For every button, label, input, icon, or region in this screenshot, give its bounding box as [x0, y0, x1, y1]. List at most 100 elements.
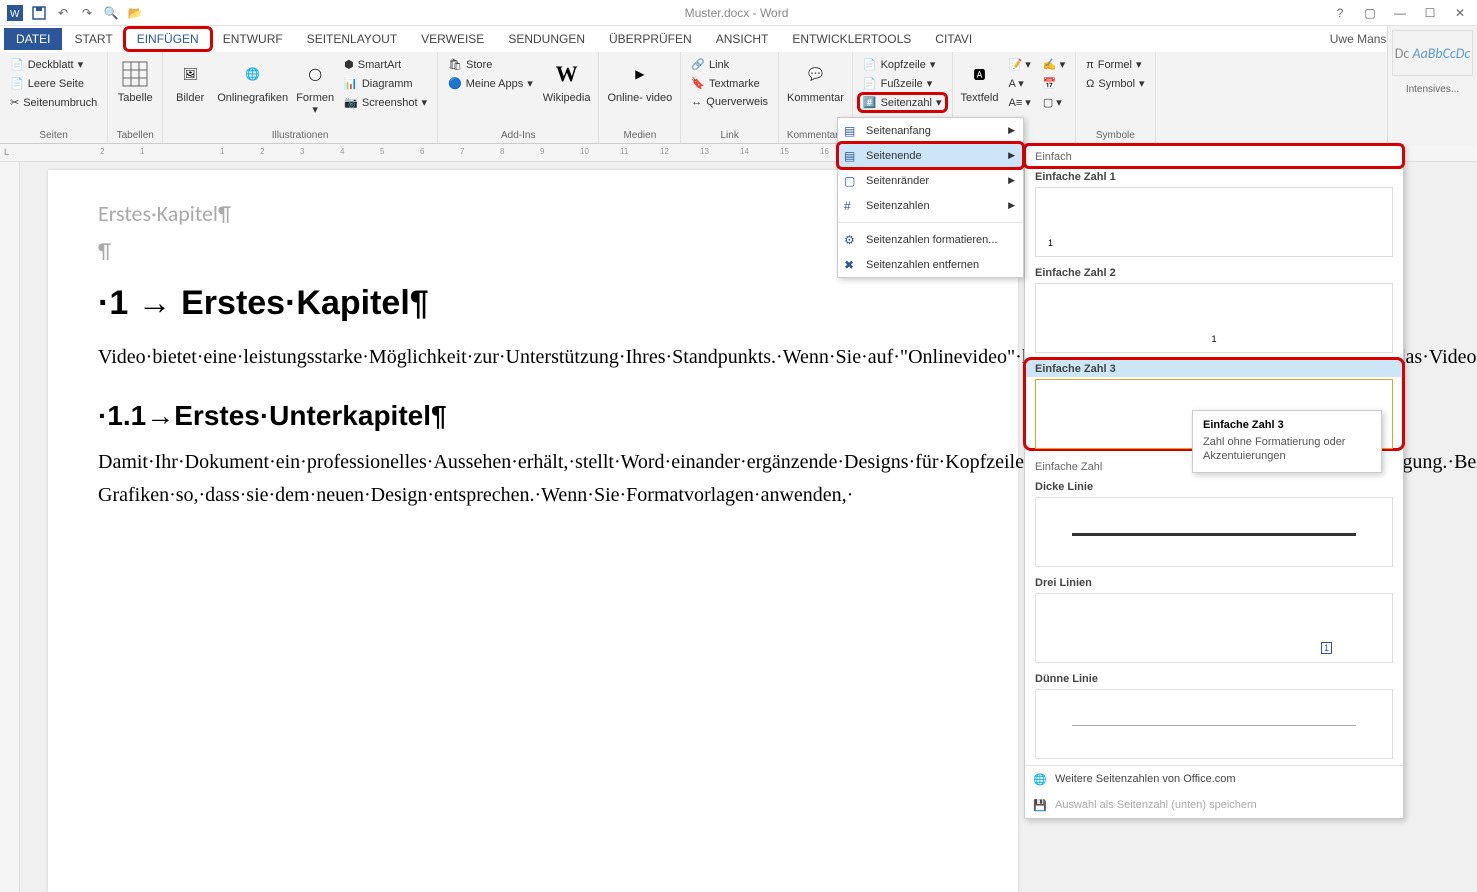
tooltip-body: Zahl ohne Formatierung oder Akzentuierun… [1203, 435, 1371, 464]
querverweis-button[interactable]: ↔ Querverweis [687, 94, 772, 110]
diagramm-button[interactable]: 📊 Diagramm [340, 75, 431, 92]
close-icon[interactable]: ✕ [1449, 6, 1471, 20]
group-illustrationen: 🖼Bilder 🌐Onlinegrafiken ◯Formen▾ ⬢ Smart… [163, 52, 438, 143]
gallery-opt-duenne-linie[interactable]: Dünne Linie [1025, 669, 1403, 759]
onlinegrafiken-button[interactable]: 🌐Onlinegrafiken [215, 56, 290, 106]
group-tabellen: Tabelle Tabellen [108, 52, 163, 143]
window-title: Muster.docx - Word [144, 6, 1329, 20]
text-tool-6[interactable]: ▢ ▾ [1039, 94, 1069, 111]
window-controls: ? ▢ — ☐ ✕ [1329, 6, 1471, 20]
store-button[interactable]: 🛍 Store [444, 56, 537, 73]
group-label-addins: Add-Ins [501, 128, 535, 141]
open-folder-icon[interactable]: 📂 [126, 4, 144, 22]
group-label-kommentare: Kommentare [787, 128, 844, 141]
group-label-symbole: Symbole [1096, 128, 1135, 141]
group-label-illustrationen: Illustrationen [272, 128, 329, 141]
text-tool-2[interactable]: A ▾ [1005, 75, 1035, 92]
screenshot-button[interactable]: 📷 Screenshot ▾ [340, 94, 431, 111]
menu-item-seitenanfang[interactable]: ▤Seitenanfang▶ [838, 118, 1023, 143]
textmarke-button[interactable]: 🔖 Textmarke [687, 75, 772, 92]
tooltip-einfache-zahl-3: Einfache Zahl 3 Zahl ohne Formatierung o… [1192, 410, 1382, 473]
seitenende-gallery: Einfach Einfache Zahl 1 1 Einfache Zahl … [1024, 144, 1404, 819]
seitenzahl-menu: ▤Seitenanfang▶ ▤Seitenende▶ ▢Seitenrände… [837, 117, 1024, 278]
group-link: 🔗 Link 🔖 Textmarke ↔ Querverweis Link [681, 52, 779, 143]
tab-citavi[interactable]: CITAVI [923, 28, 984, 50]
group-addins: 🛍 Store 🔵 Meine Apps ▾ WWikipedia Add-In… [438, 52, 599, 143]
print-preview-icon[interactable]: 🔍 [102, 4, 120, 22]
menu-item-seitenraender[interactable]: ▢Seitenränder▶ [838, 168, 1023, 193]
tab-datei[interactable]: DATEI [4, 28, 62, 50]
text-tool-5[interactable]: 📅 [1039, 75, 1069, 92]
group-symbole: π Formel ▾ Ω Symbol ▾ Symbole [1076, 52, 1155, 143]
tabelle-button[interactable]: Tabelle [114, 56, 156, 106]
group-label-link: Link [720, 128, 738, 141]
gallery-opt-dicke-linie[interactable]: Dicke Linie [1025, 477, 1403, 567]
gallery-opt-einfache-zahl-1[interactable]: Einfache Zahl 1 1 [1025, 167, 1403, 257]
smartart-button[interactable]: ⬢ SmartArt [340, 56, 431, 73]
group-label-tabellen: Tabellen [117, 128, 154, 141]
kommentar-button[interactable]: 💬Kommentar [785, 56, 846, 106]
help-icon[interactable]: ? [1329, 6, 1351, 20]
quick-access-toolbar: W ↶ ↷ 🔍 📂 [6, 4, 144, 22]
tab-ansicht[interactable]: ANSICHT [704, 28, 781, 50]
gallery-opt-drei-linien[interactable]: Drei Linien 1 [1025, 573, 1403, 663]
gallery-opt-einfache-zahl-2[interactable]: Einfache Zahl 2 1 [1025, 263, 1403, 353]
gallery-more-office[interactable]: 🌐Weitere Seitenzahlen von Office.com [1025, 766, 1403, 792]
leere-seite-button[interactable]: 📄 Leere Seite [6, 75, 101, 92]
document-page[interactable]: Erstes·Kapitel¶ ¶ ·1 → Erstes·Kapitel¶ V… [48, 170, 1018, 892]
undo-icon[interactable]: ↶ [54, 4, 72, 22]
svg-text:W: W [10, 9, 20, 20]
group-seiten: 📄 Deckblatt ▾ 📄 Leere Seite ✂ Seitenumbr… [0, 52, 108, 143]
formen-button[interactable]: ◯Formen▾ [294, 56, 336, 118]
style-name: Intensives... [1388, 80, 1477, 99]
tab-start[interactable]: START [62, 28, 124, 50]
tab-ueberpruefen[interactable]: ÜBERPRÜFEN [597, 28, 704, 50]
seitenumbruch-button[interactable]: ✂ Seitenumbruch [6, 94, 101, 111]
text-tool-4[interactable]: ✍ ▾ [1039, 56, 1069, 73]
bilder-button[interactable]: 🖼Bilder [169, 56, 211, 106]
link-button[interactable]: 🔗 Link [687, 56, 772, 73]
ribbon-display-icon[interactable]: ▢ [1359, 6, 1381, 20]
minimize-icon[interactable]: — [1389, 6, 1411, 20]
seitenzahl-button[interactable]: #️⃣ Seitenzahl ▾ [859, 94, 946, 111]
ribbon-tabs: DATEI START EINFÜGEN ENTWURF SEITENLAYOU… [0, 26, 1477, 52]
body-paragraph-2: Damit·Ihr·Dokument·ein·professionelles·A… [98, 446, 968, 512]
onlinevideo-button[interactable]: ▶Online- video [605, 56, 674, 106]
gallery-section-einfach: Einfach [1025, 145, 1403, 167]
wikipedia-button[interactable]: WWikipedia [541, 56, 593, 106]
tab-entwurf[interactable]: ENTWURF [211, 28, 295, 50]
vertical-ruler[interactable] [0, 162, 20, 892]
textfeld-button[interactable]: 🅰Textfeld [959, 56, 1001, 106]
formel-button[interactable]: π Formel ▾ [1082, 56, 1148, 73]
tooltip-title: Einfache Zahl 3 [1203, 419, 1371, 431]
text-tool-1[interactable]: 📝 ▾ [1005, 56, 1035, 73]
heading-2: ·1.1→Erstes·Unterkapitel¶ [98, 400, 968, 432]
maximize-icon[interactable]: ☐ [1419, 6, 1441, 20]
heading-1: ·1 → Erstes·Kapitel¶ [98, 284, 968, 323]
tab-seitenlayout[interactable]: SEITENLAYOUT [295, 28, 409, 50]
group-medien: ▶Online- video Medien [599, 52, 681, 143]
menu-item-formatieren[interactable]: ⚙Seitenzahlen formatieren... [838, 227, 1023, 252]
meine-apps-button[interactable]: 🔵 Meine Apps ▾ [444, 75, 537, 92]
menu-item-seitenzahlen[interactable]: #Seitenzahlen▶ [838, 193, 1023, 218]
fusszeile-button[interactable]: 📄 Fußzeile ▾ [859, 75, 946, 92]
word-app-icon: W [6, 4, 24, 22]
menu-item-entfernen[interactable]: ✖Seitenzahlen entfernen [838, 252, 1023, 277]
tab-verweise[interactable]: VERWEISE [409, 28, 496, 50]
style-preview-box[interactable]: Dc AaBbCcDc [1392, 30, 1473, 76]
styles-pane: Dc AaBbCcDc Intensives... [1387, 26, 1477, 146]
text-tool-3[interactable]: A≡ ▾ [1005, 94, 1035, 111]
menu-item-seitenende[interactable]: ▤Seitenende▶ [838, 143, 1023, 168]
symbol-button[interactable]: Ω Symbol ▾ [1082, 75, 1148, 92]
title-bar: W ↶ ↷ 🔍 📂 Muster.docx - Word ? ▢ — ☐ ✕ [0, 0, 1477, 26]
tab-sendungen[interactable]: SENDUNGEN [496, 28, 597, 50]
group-label-medien: Medien [623, 128, 656, 141]
redo-icon[interactable]: ↷ [78, 4, 96, 22]
tab-entwicklertools[interactable]: ENTWICKLERTOOLS [780, 28, 923, 50]
kopfzeile-button[interactable]: 📄 Kopfzeile ▾ [859, 56, 946, 73]
tab-einfuegen[interactable]: EINFÜGEN [125, 28, 211, 50]
ribbon: 📄 Deckblatt ▾ 📄 Leere Seite ✂ Seitenumbr… [0, 52, 1477, 144]
body-paragraph-1: Video·bietet·eine·leistungsstarke·Möglic… [98, 341, 968, 374]
save-icon[interactable] [30, 4, 48, 22]
deckblatt-button[interactable]: 📄 Deckblatt ▾ [6, 56, 101, 73]
